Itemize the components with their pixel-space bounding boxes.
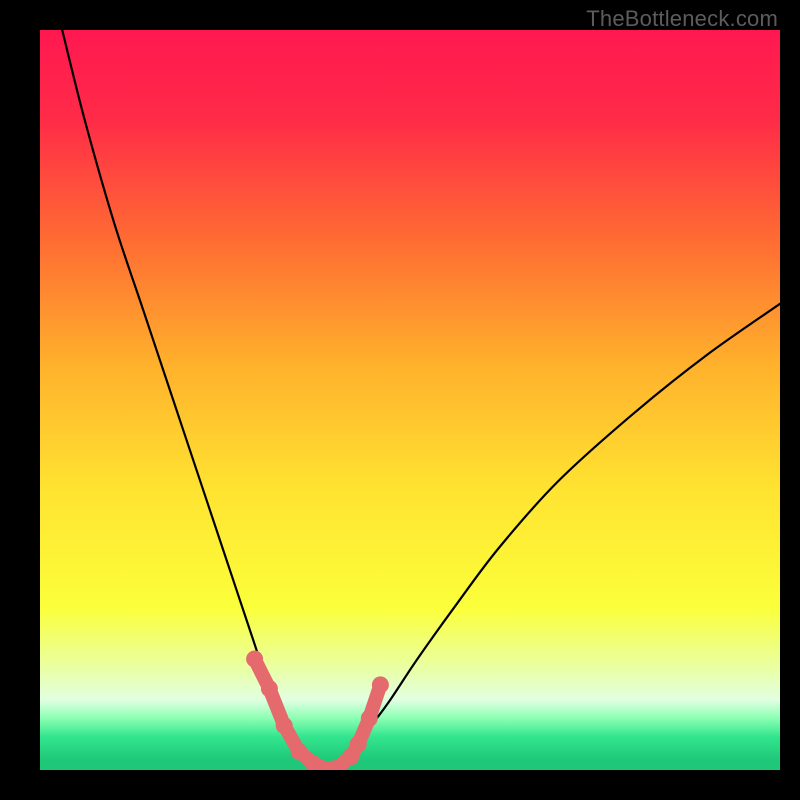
watermark-text: TheBottleneck.com: [586, 6, 778, 32]
highlight-dot: [361, 710, 378, 727]
chart-frame: TheBottleneck.com: [0, 0, 800, 800]
highlight-dot: [291, 743, 308, 760]
highlight-segment: [255, 659, 381, 770]
plot-area: [40, 30, 780, 770]
highlight-dot: [372, 676, 389, 693]
highlight-dot: [246, 651, 263, 668]
highlight-points: [246, 651, 389, 771]
highlight-dot: [350, 736, 367, 753]
highlight-dot: [261, 680, 278, 697]
bottleneck-curve: [62, 30, 780, 770]
highlight-dot: [276, 717, 293, 734]
curve-layer: [40, 30, 780, 770]
